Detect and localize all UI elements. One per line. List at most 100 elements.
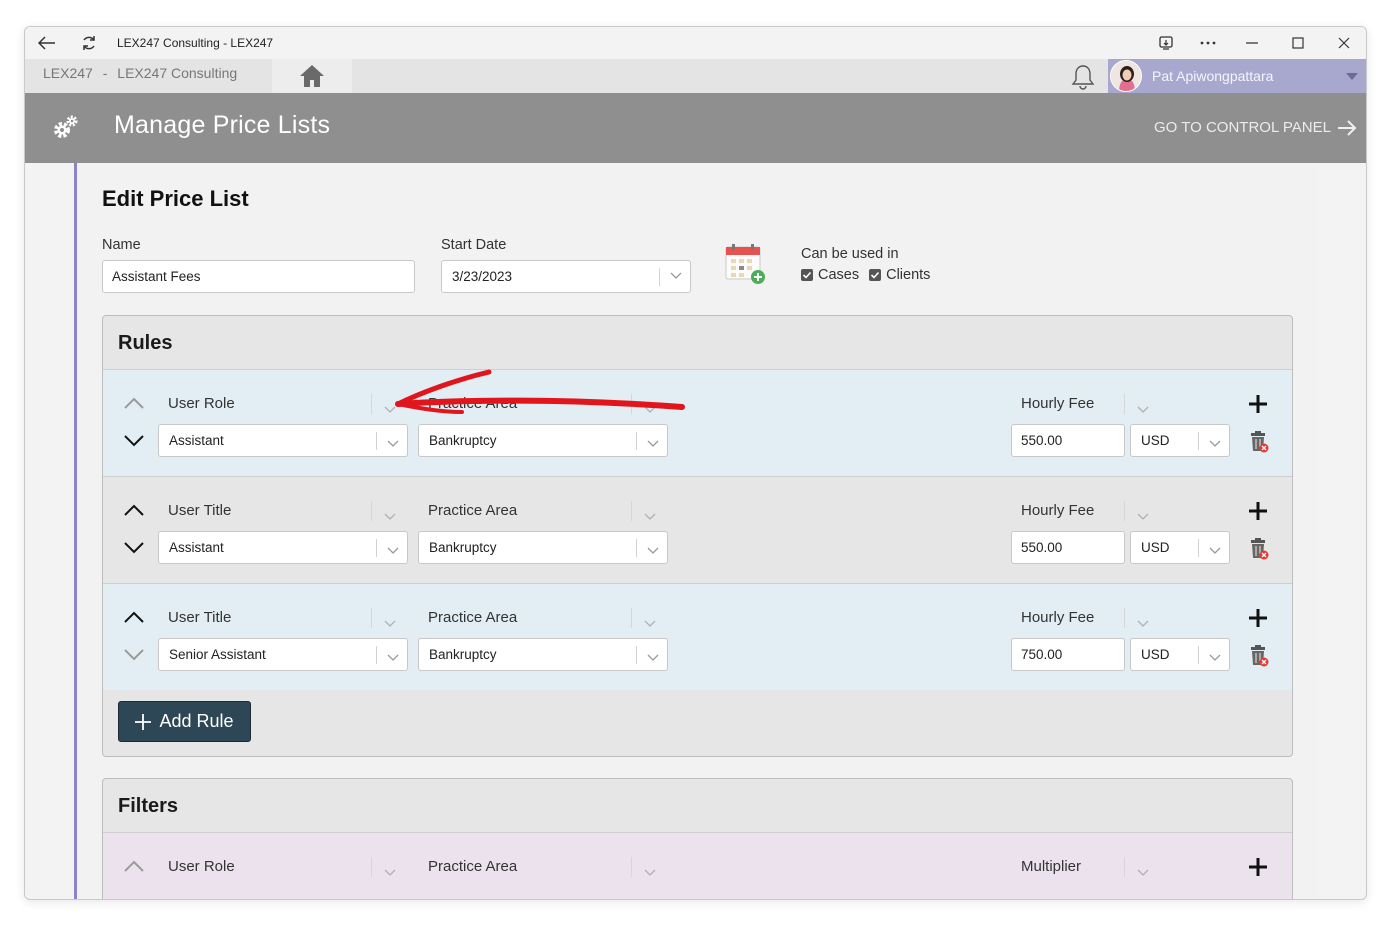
chevron-down-icon — [647, 547, 659, 554]
bell-icon — [1071, 65, 1095, 90]
cast-icon — [1159, 36, 1173, 50]
plus-icon — [1249, 858, 1267, 876]
breadcrumb: LEX247 - LEX247 Consulting — [43, 65, 243, 81]
add-sub-rule-button[interactable] — [1248, 857, 1268, 882]
add-sub-rule-button[interactable] — [1248, 394, 1268, 419]
calendar-add-icon[interactable] — [724, 243, 766, 290]
move-up-button[interactable] — [123, 396, 145, 415]
breadcrumb-org[interactable]: LEX247 Consulting — [117, 65, 237, 81]
more-options-button[interactable] — [1195, 27, 1221, 59]
chevron-down-icon — [124, 435, 144, 447]
plus-icon — [1249, 502, 1267, 520]
name-input[interactable]: Assistant Fees — [102, 260, 415, 293]
close-icon — [1338, 37, 1350, 49]
fee-amount-input[interactable]: 750.00 — [1011, 638, 1125, 671]
chevron-down-icon — [1137, 620, 1149, 627]
maximize-button[interactable] — [1285, 27, 1311, 59]
practice-area-dropdown[interactable]: Bankruptcy — [418, 424, 668, 457]
add-rule-button[interactable]: Add Rule — [118, 701, 251, 742]
more-dots-icon — [1200, 41, 1216, 45]
chevron-down-icon — [124, 649, 144, 661]
rules-panel: Rules User Role Practice Area Hourly Fee As… — [102, 315, 1293, 757]
move-down-button[interactable] — [123, 541, 145, 560]
chevron-down-icon — [1209, 440, 1221, 447]
close-button[interactable] — [1331, 27, 1357, 59]
back-button[interactable] — [35, 27, 59, 59]
chevron-down-icon — [1209, 547, 1221, 554]
caret-down-icon — [1346, 73, 1358, 80]
maximize-icon — [1292, 37, 1304, 49]
window-title: LEX247 Consulting - LEX247 — [117, 36, 274, 50]
practice-area-selector-label[interactable]: Practice Area — [428, 858, 517, 875]
go-to-control-panel-link[interactable]: GO TO CONTROL PANEL — [1154, 119, 1357, 136]
chevron-down-icon — [644, 869, 656, 876]
check-icon — [802, 271, 812, 279]
refresh-button[interactable] — [77, 27, 101, 59]
fee-type-selector-label[interactable]: Hourly Fee — [1021, 502, 1094, 519]
practice-area-selector-label[interactable]: Practice Area — [428, 609, 517, 626]
practice-area-dropdown-value: Bankruptcy — [429, 433, 497, 448]
fee-amount-input[interactable]: 550.00 — [1011, 531, 1125, 564]
move-up-button[interactable] — [123, 859, 145, 878]
notifications-button[interactable] — [1071, 64, 1095, 95]
delete-rule-button[interactable] — [1248, 430, 1270, 459]
cases-checkbox-label: Cases — [818, 267, 860, 283]
attribute-value-dropdown[interactable]: Assistant — [158, 531, 408, 564]
clients-checkbox[interactable] — [869, 269, 882, 281]
fee-amount-input[interactable]: 550.00 — [1011, 424, 1125, 457]
user-menu[interactable]: Pat Apiwongpattara — [1108, 59, 1366, 93]
breadcrumb-app[interactable]: LEX247 — [43, 65, 93, 81]
delete-rule-button[interactable] — [1248, 537, 1270, 566]
attribute-selector-label[interactable]: User Role — [168, 858, 235, 875]
chevron-down-icon — [1137, 406, 1149, 413]
currency-dropdown[interactable]: USD — [1130, 424, 1230, 457]
minimize-button[interactable] — [1239, 27, 1265, 59]
chevron-up-icon — [124, 611, 144, 623]
move-down-button[interactable] — [123, 434, 145, 453]
fee-type-selector-label[interactable]: Multiplier — [1021, 858, 1081, 875]
attribute-value-dropdown[interactable]: Assistant — [158, 424, 408, 457]
breadcrumb-separator: - — [102, 65, 108, 81]
chevron-down-icon — [384, 406, 396, 413]
practice-area-dropdown[interactable]: Bankruptcy — [418, 531, 668, 564]
home-tab[interactable] — [272, 59, 352, 93]
practice-area-selector-label[interactable]: Practice Area — [428, 502, 517, 519]
add-rule-label: Add Rule — [159, 711, 234, 731]
attribute-selector-label[interactable]: User Title — [168, 502, 231, 519]
practice-area-dropdown-value: Bankruptcy — [429, 647, 497, 662]
add-sub-rule-button[interactable] — [1248, 501, 1268, 526]
chevron-down-icon — [384, 620, 396, 627]
cases-checkbox[interactable] — [801, 269, 813, 281]
trash-icon — [1251, 645, 1269, 667]
delete-rule-button[interactable] — [1248, 644, 1270, 673]
chevron-up-icon — [124, 397, 144, 409]
attribute-value-dropdown[interactable]: Senior Assistant — [158, 638, 408, 671]
go-to-control-panel-label: GO TO CONTROL PANEL — [1154, 119, 1331, 136]
attribute-value-dropdown-value: Senior Assistant — [169, 647, 266, 662]
chevron-down-icon — [647, 440, 659, 447]
practice-area-dropdown[interactable]: Bankruptcy — [418, 638, 668, 671]
fee-type-selector-label[interactable]: Hourly Fee — [1021, 395, 1094, 412]
user-name: Pat Apiwongpattara — [1152, 68, 1274, 84]
start-date-value: 3/23/2023 — [452, 269, 513, 284]
arrow-right-icon — [1337, 119, 1357, 136]
chevron-down-icon — [1209, 654, 1221, 661]
attribute-selector-label[interactable]: User Title — [168, 609, 231, 626]
start-date-picker[interactable]: 3/23/2023 — [441, 260, 691, 293]
nav-bar: LEX247 - LEX247 Consulting Pat Apiwongpa… — [25, 59, 1366, 93]
practice-area-selector-label[interactable]: Practice Area — [428, 395, 517, 412]
currency-dropdown[interactable]: USD — [1130, 531, 1230, 564]
fee-type-selector-label[interactable]: Hourly Fee — [1021, 609, 1094, 626]
trash-icon — [1251, 431, 1269, 453]
filters-panel: Filters User Role Practice Area Multiplier — [102, 778, 1293, 899]
currency-dropdown-value: USD — [1141, 647, 1170, 662]
chevron-down-icon — [644, 620, 656, 627]
move-up-button[interactable] — [123, 503, 145, 522]
add-sub-rule-button[interactable] — [1248, 608, 1268, 633]
attribute-selector-label[interactable]: User Role — [168, 395, 235, 412]
form-title: Edit Price List — [102, 186, 249, 211]
currency-dropdown[interactable]: USD — [1130, 638, 1230, 671]
move-down-button[interactable] — [123, 648, 145, 667]
move-up-button[interactable] — [123, 610, 145, 629]
cast-button[interactable] — [1153, 27, 1179, 59]
